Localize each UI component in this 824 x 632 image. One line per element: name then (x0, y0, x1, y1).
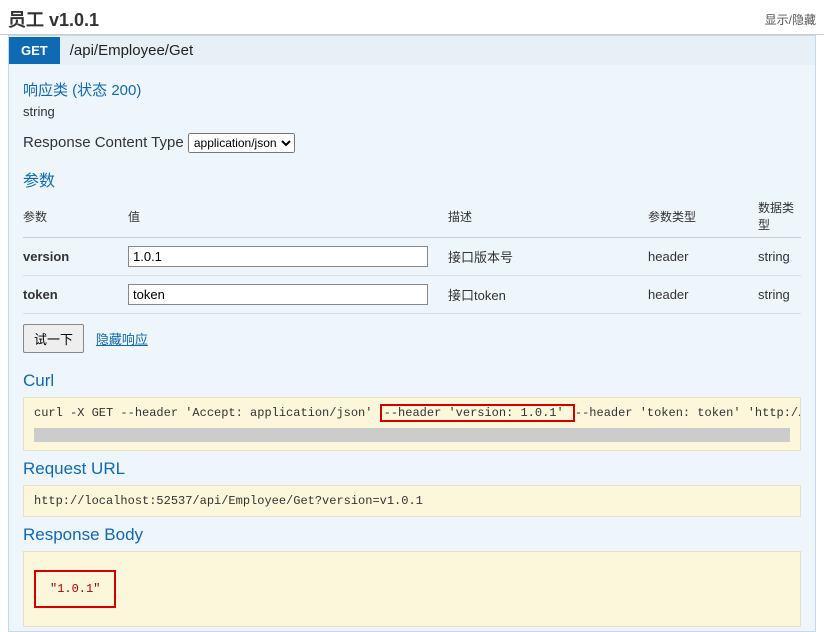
param-desc: 接口版本号 (448, 238, 648, 276)
parameters-title: 参数 (23, 167, 801, 191)
col-param-name: 参数 (23, 195, 128, 238)
response-class-title: 响应类 (状态 200) (23, 79, 801, 100)
toggle-visibility-link[interactable]: 显示/隐藏 (765, 11, 816, 28)
hide-response-link[interactable]: 隐藏响应 (96, 332, 148, 347)
curl-section: Curl curl -X GET --header 'Accept: appli… (23, 371, 801, 451)
response-highlight: "1.0.1" (34, 570, 116, 608)
curl-highlight: --header 'version: 1.0.1' (380, 404, 575, 422)
parameters-table: 参数 值 描述 参数类型 数据类型 version 接口版本号 header s… (23, 195, 801, 314)
request-url-code: http://localhost:52537/api/Employee/Get?… (23, 485, 801, 517)
section-title: 员工 v1.0.1 (8, 6, 99, 32)
operation-panel: GET /api/Employee/Get 响应类 (状态 200) strin… (8, 35, 816, 632)
section-header: 员工 v1.0.1 显示/隐藏 (0, 0, 824, 35)
operation-body: 响应类 (状态 200) string Response Content Typ… (9, 65, 815, 631)
operation-header[interactable]: GET /api/Employee/Get (9, 36, 815, 65)
content-type-select[interactable]: application/json (188, 133, 295, 153)
param-value-input[interactable] (128, 284, 428, 305)
response-body-code: "1.0.1" (23, 551, 801, 627)
param-value-input[interactable] (128, 246, 428, 267)
curl-title: Curl (23, 371, 801, 391)
try-row: 试一下 隐藏响应 (23, 314, 801, 363)
content-type-row: Response Content Type application/json (23, 133, 801, 153)
param-datatype: string (758, 238, 801, 276)
param-desc: 接口token (448, 276, 648, 314)
content-type-label: Response Content Type (23, 134, 184, 151)
col-data-type: 数据类型 (758, 195, 801, 238)
param-paramtype: header (648, 238, 758, 276)
table-row: version 接口版本号 header string (23, 238, 801, 276)
try-it-button[interactable]: 试一下 (23, 324, 84, 353)
operation-path: /api/Employee/Get (60, 36, 203, 65)
col-param-desc: 描述 (448, 195, 648, 238)
response-body-title: Response Body (23, 525, 801, 545)
http-method-badge: GET (9, 37, 60, 64)
request-url-title: Request URL (23, 459, 801, 479)
response-type: string (23, 104, 801, 119)
param-datatype: string (758, 276, 801, 314)
col-param-value: 值 (128, 195, 448, 238)
table-row: token 接口token header string (23, 276, 801, 314)
curl-code: curl -X GET --header 'Accept: applicatio… (23, 397, 801, 451)
response-body-section: Response Body "1.0.1" (23, 525, 801, 627)
param-name: version (23, 238, 128, 276)
col-param-type: 参数类型 (648, 195, 758, 238)
request-url-section: Request URL http://localhost:52537/api/E… (23, 459, 801, 517)
param-name: token (23, 276, 128, 314)
param-paramtype: header (648, 276, 758, 314)
